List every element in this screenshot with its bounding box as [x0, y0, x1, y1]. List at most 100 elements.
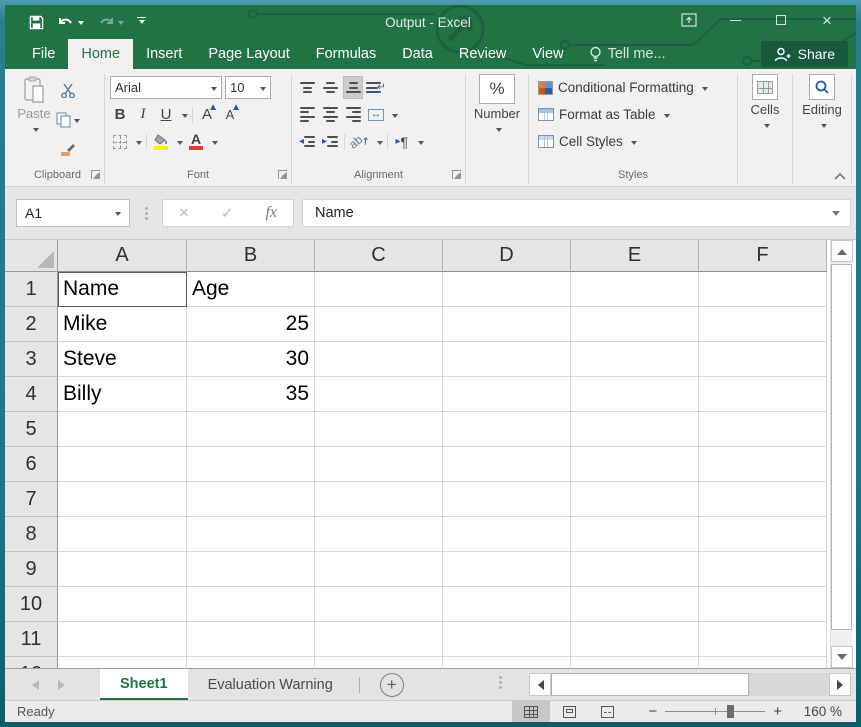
save-button[interactable]	[29, 15, 44, 30]
cell-E12[interactable]	[571, 657, 699, 668]
cell-C9[interactable]	[315, 552, 443, 587]
cell-E1[interactable]	[571, 272, 699, 307]
paste-button[interactable]: Paste	[12, 74, 56, 167]
share-button[interactable]: Share	[761, 41, 848, 67]
cell-C6[interactable]	[315, 447, 443, 482]
cell-B2[interactable]: 25	[187, 307, 315, 342]
cell-D3[interactable]	[443, 342, 571, 377]
text-direction-dropdown-arrow[interactable]	[418, 141, 424, 148]
cell-styles-button[interactable]: Cell Styles	[530, 128, 736, 155]
cell-C3[interactable]	[315, 342, 443, 377]
tab-bar-grip[interactable]	[490, 676, 510, 689]
cell-B8[interactable]	[187, 517, 315, 552]
normal-view-button[interactable]	[512, 701, 550, 722]
decrease-indent-button[interactable]: ◂	[297, 130, 317, 153]
cell-B11[interactable]	[187, 622, 315, 657]
cell-E9[interactable]	[571, 552, 699, 587]
cell-E8[interactable]	[571, 517, 699, 552]
vertical-scroll-thumb[interactable]	[831, 264, 852, 630]
expand-formula-bar-icon[interactable]	[832, 211, 840, 220]
cell-F4[interactable]	[699, 377, 827, 412]
cell-F5[interactable]	[699, 412, 827, 447]
cell-B6[interactable]	[187, 447, 315, 482]
cell-D8[interactable]	[443, 517, 571, 552]
customize-quick-access-button[interactable]	[137, 17, 146, 28]
cell-C10[interactable]	[315, 587, 443, 622]
cell-E4[interactable]	[571, 377, 699, 412]
scroll-down-button[interactable]	[831, 646, 853, 668]
zoom-slider[interactable]	[665, 711, 765, 712]
cells-button[interactable]: Cells	[739, 72, 791, 167]
fill-color-button[interactable]	[151, 130, 171, 153]
paste-dropdown-arrow[interactable]	[33, 128, 39, 135]
increase-font-button[interactable]: A▲	[197, 103, 217, 126]
cell-E5[interactable]	[571, 412, 699, 447]
cell-D10[interactable]	[443, 587, 571, 622]
cell-F9[interactable]	[699, 552, 827, 587]
column-header-E[interactable]: E	[571, 240, 699, 272]
cell-B3[interactable]: 30	[187, 342, 315, 377]
cell-C7[interactable]	[315, 482, 443, 517]
copy-dropdown-arrow[interactable]	[74, 119, 80, 126]
sheet-tab-evaluation-warning[interactable]: Evaluation Warning	[188, 669, 353, 700]
cell-F11[interactable]	[699, 622, 827, 657]
align-top-button[interactable]	[297, 76, 317, 99]
horizontal-scroll-thumb[interactable]	[551, 673, 749, 696]
formula-input[interactable]: Name	[302, 199, 851, 227]
scroll-up-button[interactable]	[831, 240, 853, 262]
page-break-view-button[interactable]	[588, 701, 626, 722]
tab-page-layout[interactable]: Page Layout	[195, 39, 302, 69]
cell-E6[interactable]	[571, 447, 699, 482]
cell-A9[interactable]	[58, 552, 187, 587]
text-direction-button[interactable]: ▸¶	[392, 130, 412, 153]
collapse-ribbon-chevron-icon[interactable]	[834, 172, 846, 180]
cell-A3[interactable]: Steve	[58, 342, 187, 377]
cell-A10[interactable]	[58, 587, 187, 622]
cell-D12[interactable]	[443, 657, 571, 668]
row-header-10[interactable]: 10	[5, 587, 58, 622]
name-box-dropdown-arrow[interactable]	[115, 212, 121, 219]
cells-dropdown-arrow[interactable]	[764, 124, 770, 131]
cell-D9[interactable]	[443, 552, 571, 587]
formula-bar-grip[interactable]	[136, 207, 156, 220]
align-bottom-button[interactable]	[343, 76, 363, 99]
cell-B1[interactable]: Age	[187, 272, 315, 307]
cell-E7[interactable]	[571, 482, 699, 517]
editing-button[interactable]: Editing	[794, 72, 850, 167]
enter-icon[interactable]: ✓	[221, 204, 234, 222]
cell-F8[interactable]	[699, 517, 827, 552]
cell-A1[interactable]: Name	[58, 272, 187, 307]
bold-button[interactable]: B	[110, 103, 130, 126]
tab-formulas[interactable]: Formulas	[303, 39, 389, 69]
cell-A2[interactable]: Mike	[58, 307, 187, 342]
row-header-3[interactable]: 3	[5, 342, 58, 377]
cell-D5[interactable]	[443, 412, 571, 447]
column-header-C[interactable]: C	[315, 240, 443, 272]
cell-C1[interactable]	[315, 272, 443, 307]
cell-A11[interactable]	[58, 622, 187, 657]
align-left-button[interactable]	[297, 103, 317, 126]
number-dropdown-arrow[interactable]	[496, 128, 502, 135]
select-all-corner[interactable]	[5, 240, 58, 272]
orientation-button[interactable]: ab↗	[349, 130, 371, 153]
underline-dropdown-arrow[interactable]	[182, 114, 188, 121]
previous-sheet-arrow[interactable]	[27, 680, 39, 690]
font-name-combo[interactable]: Arial	[110, 76, 222, 99]
row-header-5[interactable]: 5	[5, 412, 58, 447]
decrease-font-button[interactable]: A▲	[220, 103, 240, 126]
cell-B10[interactable]	[187, 587, 315, 622]
redo-button[interactable]	[97, 15, 124, 29]
next-sheet-arrow[interactable]	[58, 680, 70, 690]
increase-indent-button[interactable]: ▸	[320, 130, 340, 153]
cell-D4[interactable]	[443, 377, 571, 412]
name-box[interactable]: A1	[16, 199, 130, 227]
cell-B4[interactable]: 35	[187, 377, 315, 412]
tab-view[interactable]: View	[519, 39, 576, 69]
cell-A8[interactable]	[58, 517, 187, 552]
undo-button[interactable]	[57, 15, 84, 29]
row-header-4[interactable]: 4	[5, 377, 58, 412]
insert-function-icon[interactable]: fx	[265, 204, 277, 222]
cell-C4[interactable]	[315, 377, 443, 412]
cell-A7[interactable]	[58, 482, 187, 517]
cell-D6[interactable]	[443, 447, 571, 482]
